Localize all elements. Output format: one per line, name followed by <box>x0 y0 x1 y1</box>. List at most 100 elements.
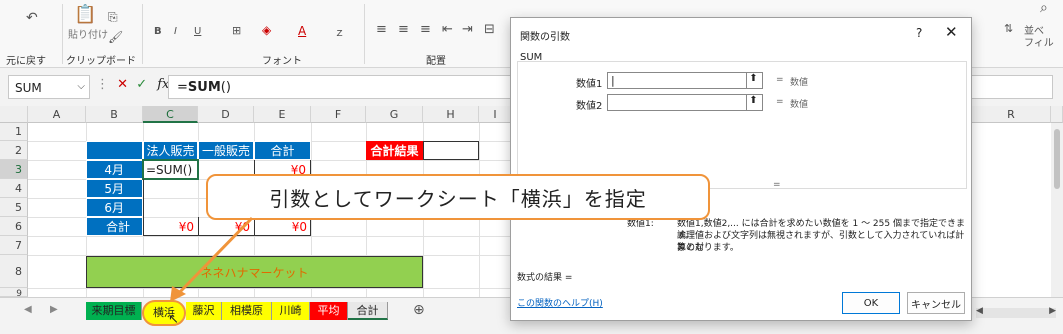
active-cell-c3[interactable]: =SUM() <box>142 159 199 180</box>
header-cell[interactable]: 一般販売 <box>198 141 254 160</box>
outdent-icon[interactable]: ⇥ <box>462 22 473 37</box>
cancel-button[interactable]: キャンセル <box>907 292 965 314</box>
paste-icon[interactable]: 📋 <box>74 4 96 25</box>
result-value-cell[interactable] <box>423 141 479 160</box>
sheet-tab[interactable]: 相模原 <box>222 302 272 320</box>
total-cell-c6[interactable]: ¥0 <box>143 217 198 236</box>
row-header[interactable]: 1 <box>0 123 28 141</box>
align-right-icon[interactable]: ≡ <box>420 22 431 37</box>
help-link[interactable]: この関数のヘルプ(H) <box>517 298 603 310</box>
bold-button[interactable]: B <box>154 26 162 37</box>
sheet-tab[interactable]: 来期目標 <box>86 302 142 320</box>
row-header[interactable]: 6 <box>0 217 28 236</box>
arg1-label: 数値1 <box>576 79 603 90</box>
close-icon[interactable]: ✕ <box>945 23 958 41</box>
sheet-tab-active[interactable]: 合計 <box>348 302 388 320</box>
header-cell[interactable]: 合計 <box>254 141 311 160</box>
vertical-scrollbar[interactable] <box>1051 123 1063 297</box>
help-button[interactable]: ? <box>916 26 922 40</box>
collapse-dialog-icon[interactable]: ⬆ <box>746 73 760 88</box>
scroll-right-icon[interactable]: ▶ <box>1049 306 1056 316</box>
text-caret: | <box>611 74 615 87</box>
row-header[interactable]: 4 <box>0 179 28 198</box>
sheet-tab[interactable]: 川崎 <box>272 302 310 320</box>
scrollbar-thumb[interactable] <box>1054 129 1060 189</box>
function-arguments-dialog: 関数の引数 ? ✕ SUM 数値1 | ⬆ = 数値 数値2 ⬆ = 数値 = … <box>510 17 972 321</box>
paste-label[interactable]: 貼り付け <box>68 26 108 41</box>
arguments-group: 数値1 | ⬆ = 数値 数値2 ⬆ = 数値 = <box>517 61 967 190</box>
column-header[interactable]: F <box>311 106 366 123</box>
column-header[interactable]: E <box>254 106 311 123</box>
column-header-filler <box>1051 106 1063 123</box>
name-box[interactable]: SUM ⌵ <box>8 75 90 99</box>
find-icon[interactable]: ⌕ <box>1040 0 1048 16</box>
font-color-button[interactable]: A <box>298 24 306 38</box>
arg2-input[interactable]: ⬆ <box>607 94 763 111</box>
month-cell[interactable]: 5月 <box>86 179 143 198</box>
column-header[interactable]: R <box>972 106 1051 123</box>
formula-function: SUM <box>187 80 221 95</box>
tab-scroll-left-icon[interactable]: ◀ <box>24 304 32 315</box>
cancel-icon[interactable]: ✕ <box>117 77 128 92</box>
table-corner-cell[interactable] <box>86 141 143 160</box>
month-cell[interactable]: 合計 <box>86 217 143 236</box>
format-painter-icon[interactable]: 🖌 <box>108 30 123 44</box>
month-cell[interactable]: 6月 <box>86 198 143 217</box>
collapse-dialog-icon[interactable]: ⬆ <box>746 95 760 110</box>
merge-icon[interactable]: ⊟ <box>484 22 495 37</box>
column-header[interactable]: A <box>28 106 86 123</box>
column-header[interactable]: D <box>198 106 254 123</box>
arg2-label: 数値2 <box>576 101 603 112</box>
column-header[interactable]: B <box>86 106 143 123</box>
month-cell[interactable]: 4月 <box>86 160 143 179</box>
row-header[interactable]: 2 <box>0 141 28 160</box>
row-header[interactable]: 7 <box>0 236 28 255</box>
row-header[interactable]: 5 <box>0 198 28 217</box>
undo-icon[interactable]: ↶ <box>26 10 38 26</box>
ok-button[interactable]: OK <box>842 292 900 314</box>
formula-controls: ⋮ ✕ ✓ fx <box>96 77 169 92</box>
font-group-label: フォント <box>262 56 302 67</box>
align-center-icon[interactable]: ≡ <box>398 22 409 37</box>
sort-filter-icon[interactable]: ⇅ <box>1004 22 1013 35</box>
row-header[interactable]: 3 <box>0 160 28 179</box>
borders-icon[interactable]: ⊞ <box>232 24 241 37</box>
scroll-left-icon[interactable]: ◀ <box>976 306 983 316</box>
mouse-cursor-icon: ↖ <box>168 312 179 327</box>
result-label-cell[interactable]: 合計結果 <box>366 141 423 160</box>
select-all-corner[interactable] <box>0 106 28 123</box>
sort-filter-label-2[interactable]: フィル <box>1024 34 1054 49</box>
indent-icon[interactable]: ⇤ <box>442 22 453 37</box>
horizontal-scrollbar[interactable]: ◀ ▶ <box>976 306 1056 318</box>
arg1-input[interactable]: | ⬆ <box>607 72 763 89</box>
chevron-down-icon[interactable]: ⌵ <box>77 81 85 92</box>
dialog-title: 関数の引数 <box>520 32 570 43</box>
underline-button[interactable]: U <box>194 26 201 37</box>
ribbon-separator <box>364 4 365 64</box>
copy-icon[interactable]: ⎘ <box>108 10 118 25</box>
add-sheet-icon[interactable]: ⊕ <box>413 302 425 318</box>
sheet-tab-yokohama[interactable]: 横浜 <box>142 300 186 326</box>
ribbon-separator <box>62 4 63 64</box>
enter-icon[interactable]: ✓ <box>136 77 147 92</box>
arg1-hint: 数値 <box>790 78 809 88</box>
banner-cell[interactable]: ネネハナマーケット <box>86 256 423 288</box>
column-header[interactable]: H <box>423 106 479 123</box>
column-header[interactable]: I <box>479 106 512 123</box>
tab-scroll-right-icon[interactable]: ▶ <box>50 304 58 315</box>
sheet-tab[interactable]: 平均 <box>310 302 348 320</box>
italic-button[interactable]: I <box>174 26 177 37</box>
arg1-eq: = <box>776 75 784 85</box>
arg-description-3: 象となります。 <box>677 243 739 253</box>
sheet-tab[interactable]: 藤沢 <box>186 302 222 320</box>
header-cell[interactable]: 法人販売 <box>143 141 198 160</box>
row-header[interactable]: 9 <box>0 288 28 299</box>
clipboard-group-label: クリップボード <box>66 56 136 67</box>
row-header[interactable]: 8 <box>0 255 28 288</box>
column-header[interactable]: G <box>366 106 423 123</box>
instruction-callout: 引数としてワークシート「横浜」を指定 <box>206 174 710 220</box>
column-header[interactable]: C <box>143 106 198 123</box>
align-left-icon[interactable]: ≡ <box>376 22 387 37</box>
fill-color-icon[interactable]: ◈ <box>262 23 271 37</box>
phonetic-icon[interactable]: ｚ <box>334 24 345 40</box>
